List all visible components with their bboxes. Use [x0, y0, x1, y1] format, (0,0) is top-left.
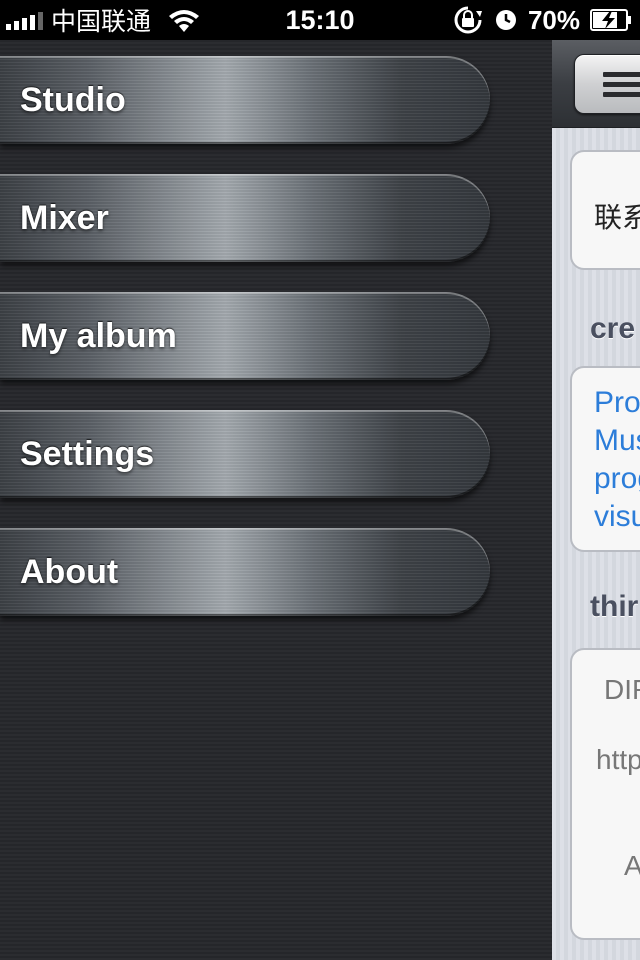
main-content[interactable]: 联系 cre Proc Mus prog visu thir DIR http …: [552, 40, 640, 960]
battery-percent: 70%: [527, 4, 580, 35]
third-party-line: A: [624, 850, 640, 881]
third-party-header: thir: [590, 590, 639, 623]
third-party-line[interactable]: http: [596, 744, 640, 776]
credits-header: cre: [590, 312, 636, 345]
menu-item-label: About: [20, 553, 119, 591]
credits-link-line[interactable]: Mus: [594, 424, 640, 458]
credits-link-line[interactable]: prog: [594, 462, 640, 496]
side-menu: Studio Mixer My album Settings About: [0, 40, 552, 960]
menu-item-mixer[interactable]: Mixer: [0, 174, 490, 262]
nav-bar: [552, 40, 640, 128]
credits-link-line[interactable]: Proc: [594, 386, 640, 420]
status-bar: 中国联通 15:10 70%: [0, 0, 640, 40]
status-right: 70%: [452, 4, 632, 36]
credits-card[interactable]: Proc Mus prog visu: [570, 366, 640, 552]
menu-item-my-album[interactable]: My album: [0, 292, 490, 380]
alarm-icon: [495, 10, 516, 30]
contact-text: 联系: [594, 202, 640, 233]
battery-charging-icon: [590, 9, 631, 31]
rotation-lock-icon: [454, 6, 482, 34]
contact-card[interactable]: 联系: [570, 150, 640, 270]
menu-item-about[interactable]: About: [0, 528, 490, 616]
menu-item-studio[interactable]: Studio: [0, 56, 490, 144]
menu-item-label: My album: [20, 317, 177, 355]
menu-item-settings[interactable]: Settings: [0, 410, 490, 498]
menu-item-label: Settings: [20, 435, 155, 473]
menu-item-label: Studio: [20, 81, 126, 119]
third-party-card[interactable]: DIR http A: [570, 648, 640, 940]
menu-toggle-button[interactable]: [574, 54, 640, 114]
third-party-line: DIR: [604, 674, 640, 705]
credits-link-line[interactable]: visu: [594, 500, 640, 534]
menu-item-label: Mixer: [20, 199, 109, 237]
